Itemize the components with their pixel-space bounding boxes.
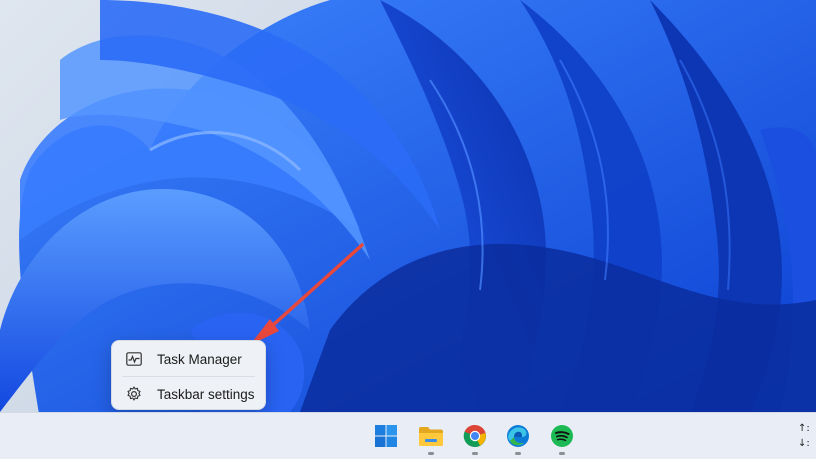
taskbar: ↑: ↓: [0, 412, 816, 459]
download-speed: ↓: [798, 438, 810, 449]
edge-icon [507, 425, 529, 447]
running-indicator [428, 452, 434, 455]
spotify-icon [551, 425, 573, 447]
menu-item-task-manager[interactable]: Task Manager [116, 344, 261, 374]
windows-start-icon [375, 425, 397, 447]
menu-divider [122, 376, 255, 377]
menu-item-taskbar-settings[interactable]: Taskbar settings [116, 379, 261, 409]
gear-icon [125, 385, 143, 403]
taskbar-app-file-explorer[interactable] [417, 422, 445, 450]
taskbar-app-chrome[interactable] [461, 422, 489, 450]
start-button[interactable] [372, 422, 400, 450]
running-indicator [559, 452, 565, 455]
system-tray-network-speed[interactable]: ↑: ↓: [798, 421, 816, 453]
upload-speed: ↑: [798, 423, 810, 434]
chrome-icon [463, 424, 486, 448]
menu-item-label: Taskbar settings [157, 386, 255, 402]
taskbar-context-menu: Task Manager Taskbar settings [111, 340, 266, 410]
taskbar-app-edge[interactable] [504, 422, 532, 450]
task-manager-icon [125, 350, 143, 368]
running-indicator [515, 452, 521, 455]
menu-item-label: Task Manager [157, 351, 242, 367]
folder-icon [419, 427, 443, 446]
taskbar-app-spotify[interactable] [548, 422, 576, 450]
running-indicator [472, 452, 478, 455]
